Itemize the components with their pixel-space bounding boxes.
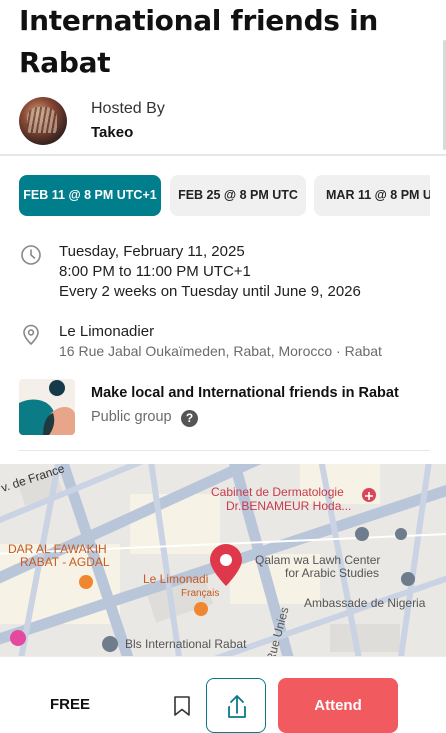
- host-avatar[interactable]: [19, 97, 67, 145]
- share-button[interactable]: [206, 678, 266, 733]
- event-recurrence: Every 2 weeks on Tuesday until June 9, 2…: [59, 283, 361, 300]
- date-chip[interactable]: MAR 11 @ 8 PM UTC: [314, 175, 430, 216]
- map-poi-label: for Arabic Studies: [285, 566, 380, 580]
- clock-icon: [21, 245, 41, 265]
- map-poi-label: Bls International Rabat: [125, 637, 247, 651]
- map-poi-label: Dr.BENAMEUR Hoda...: [226, 499, 352, 513]
- map-poi-label: Cabinet de Dermatologie: [211, 485, 344, 499]
- attend-button[interactable]: Attend: [278, 678, 398, 733]
- venue-name: Le Limonadier: [59, 323, 155, 340]
- bookmark-icon[interactable]: [172, 695, 192, 717]
- date-chip-selected[interactable]: FEB 11 @ 8 PM UTC+1: [19, 175, 161, 216]
- date-chip[interactable]: FEB 25 @ 8 PM UTC: [170, 175, 306, 216]
- event-title: International friends in Rabat: [19, 4, 379, 79]
- group-privacy: Public group: [91, 409, 172, 425]
- group-name[interactable]: Make local and International friends in …: [91, 385, 399, 401]
- group-thumbnail[interactable]: [19, 379, 75, 435]
- share-icon: [228, 695, 246, 718]
- event-date: Tuesday, February 11, 2025: [59, 243, 245, 260]
- map-venue-label: Français: [181, 588, 220, 599]
- divider: [0, 154, 446, 156]
- help-icon[interactable]: ?: [181, 410, 198, 427]
- price: FREE: [50, 696, 91, 713]
- host-name[interactable]: Takeo: [91, 124, 133, 141]
- action-bar: FREE Attend: [0, 656, 446, 733]
- location-map[interactable]: v. de France Cabinet de Dermatologie Dr.…: [0, 464, 446, 656]
- venue-address: 16 Rue Jabal Oukaïmeden, Rabat, Morocco …: [59, 343, 382, 359]
- event-datetime: Tuesday, February 11, 2025 8:00 PM to 11…: [19, 243, 430, 305]
- divider: [19, 450, 430, 451]
- map-venue-label: Le Limonadi: [143, 572, 209, 586]
- location-pin-icon: [23, 324, 39, 346]
- event-time: 8:00 PM to 11:00 PM UTC+1: [59, 263, 251, 280]
- map-poi-label: RABAT - AGDAL: [20, 555, 110, 569]
- map-poi-label: Ambassade de Nigeria: [304, 596, 426, 610]
- hosted-by-label: Hosted By: [91, 100, 165, 117]
- date-chips: FEB 11 @ 8 PM UTC+1 FEB 25 @ 8 PM UTC MA…: [19, 175, 430, 216]
- event-location[interactable]: Le Limonadier 16 Rue Jabal Oukaïmeden, R…: [19, 323, 430, 365]
